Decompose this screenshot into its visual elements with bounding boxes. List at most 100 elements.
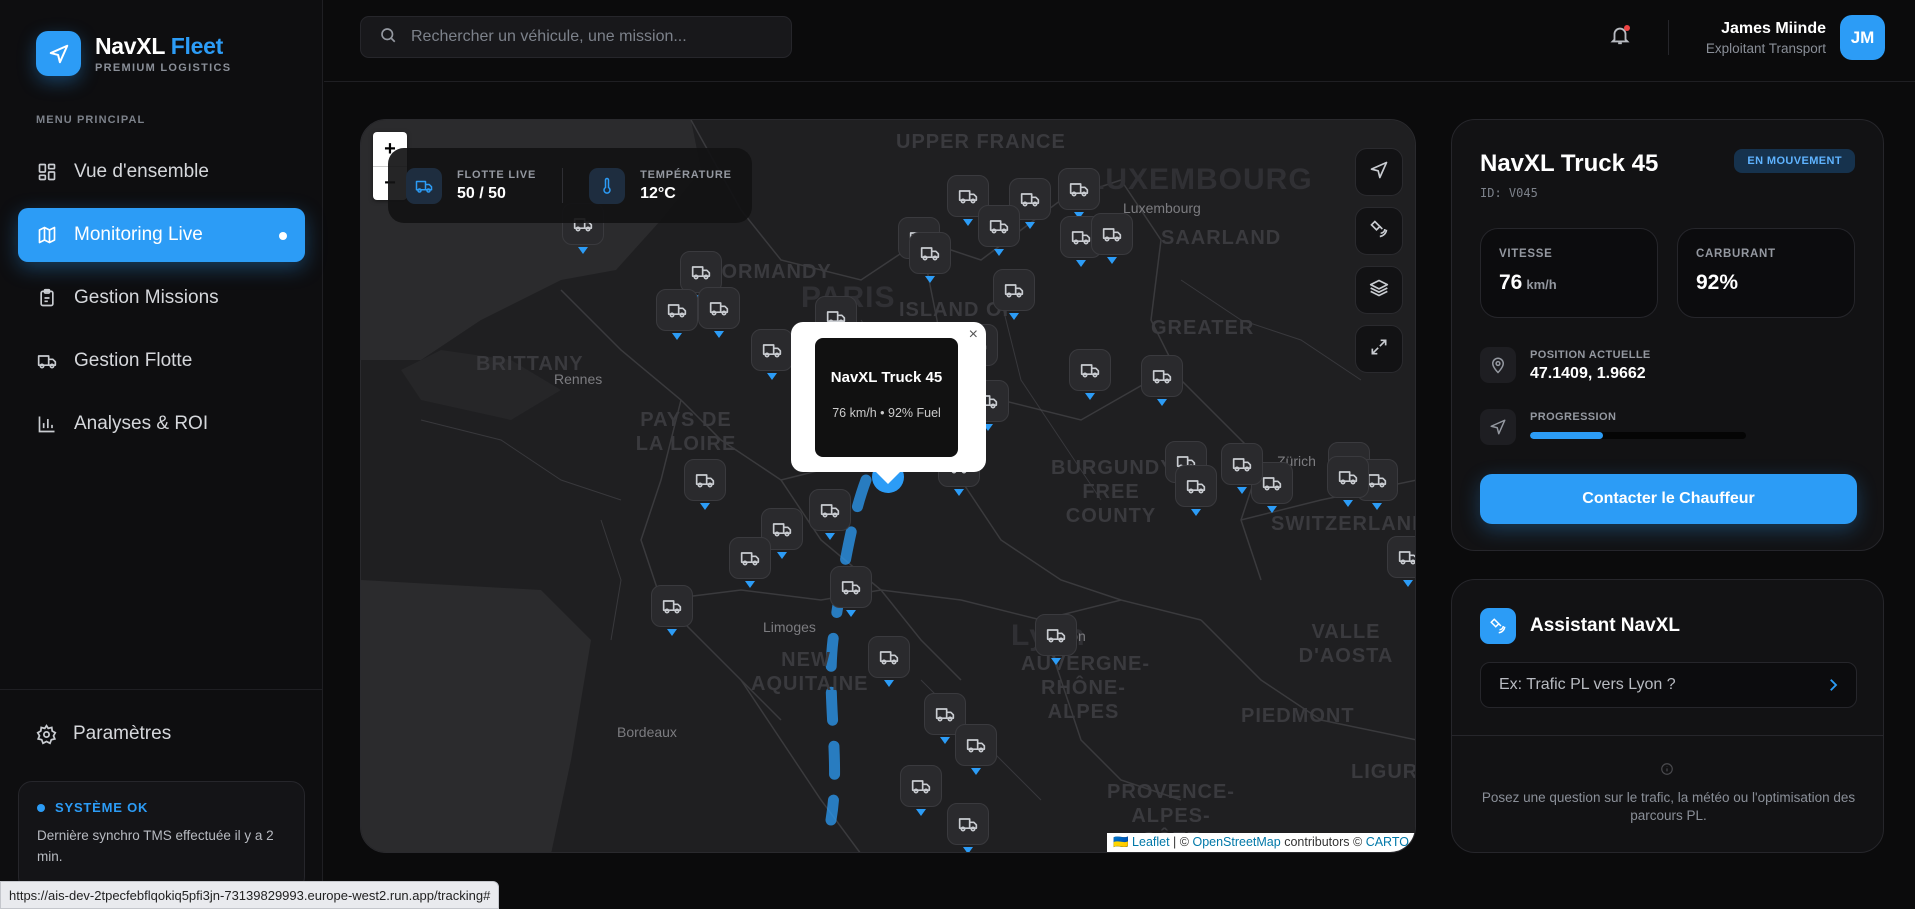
chevron-right-icon[interactable] [1824,676,1842,699]
truck-icon [1221,443,1263,485]
sidebar-item-overview[interactable]: Vue d'ensemble [18,145,305,199]
fuel-metric: CARBURANT 92% [1677,228,1855,318]
marker-pointer [767,373,777,380]
assistant-card: Assistant NavXL Posez une question sur l… [1451,579,1884,853]
truck-marker[interactable] [809,489,851,540]
system-status-card: SYSTÈME OK Dernière synchro TMS effectué… [18,781,305,891]
region-label: VALLE D'AOSTA [1298,621,1394,667]
brand[interactable]: NavXL Fleet PREMIUM LOGISTICS [36,31,231,76]
truck-icon [978,205,1020,247]
truck-marker[interactable] [909,232,951,283]
position-row: POSITION ACTUELLE 47.1409, 1.9662 [1480,347,1651,383]
marker-pointer [940,737,950,744]
truck-marker[interactable] [947,803,989,852]
assistant-help-text: Posez une question sur le trafic, la mét… [1481,790,1856,823]
truck-marker[interactable] [1141,355,1183,406]
sidebar-item-monitoring[interactable]: Monitoring Live [18,208,305,262]
popup-close-button[interactable]: × [969,326,978,344]
truck-marker[interactable] [1387,536,1415,587]
truck-marker[interactable] [656,289,698,340]
status-title: SYSTÈME OK [37,800,286,815]
satellite-button[interactable] [1355,207,1403,255]
truck-marker[interactable] [1327,456,1369,507]
region-label: GREATER [1151,317,1255,339]
map-stats-card: FLOTTE LIVE 50 / 50 TEMPÉRATURE 12°C [388,148,752,223]
truck-marker[interactable] [698,287,740,338]
region-label: PIEDMONT [1241,705,1355,727]
truck-marker[interactable] [978,205,1020,256]
marker-pointer [1191,509,1201,516]
truck-icon [406,167,442,204]
assistant-input[interactable] [1499,676,1819,694]
osm-link[interactable]: OpenStreetMap [1192,835,1280,849]
truck-marker[interactable] [830,566,872,617]
truck-marker[interactable] [729,537,771,588]
sidebar-item-settings[interactable]: Paramètres [36,723,171,745]
marker-pointer [1403,580,1413,587]
notification-badge [1624,25,1630,31]
popup-subtitle: 76 km/h • 92% Fuel [832,406,941,420]
brand-subtitle: PREMIUM LOGISTICS [95,62,232,74]
notifications-button[interactable] [1606,23,1634,51]
truck-marker[interactable] [651,585,693,636]
progress-fill [1530,432,1604,439]
sidebar-item-missions[interactable]: Gestion Missions [18,271,305,325]
truck-marker[interactable] [1058,168,1100,219]
main-nav: Vue d'ensemble Monitoring Live Gestion M… [18,145,305,460]
vehicle-details-card: NavXL Truck 45 ID: V045 EN MOUVEMENT VIT… [1451,119,1884,551]
truck-icon [909,232,951,274]
city-label: Limoges [763,619,816,635]
progress-row: PROGRESSION [1480,409,1746,445]
bar-chart-icon [36,413,58,435]
status-badge: EN MOUVEMENT [1734,149,1855,173]
truck-icon [656,289,698,331]
marker-pointer [1076,260,1086,267]
truck-marker[interactable] [1069,349,1111,400]
truck-marker[interactable] [751,329,793,380]
truck-icon [955,724,997,766]
layers-button[interactable] [1355,266,1403,314]
truck-marker[interactable] [955,724,997,775]
truck-marker[interactable] [993,269,1035,320]
attribution-text: contributors © [1284,835,1363,849]
leaflet-link[interactable]: Leaflet [1132,835,1170,849]
assistant-input-wrapper[interactable] [1480,662,1857,708]
avatar[interactable]: JM [1840,15,1885,60]
truck-marker[interactable] [900,765,942,816]
sidebar-item-label: Gestion Flotte [74,350,193,371]
sidebar-item-analytics[interactable]: Analyses & ROI [18,397,305,451]
truck-icon [698,287,740,329]
search-input[interactable] [411,28,771,46]
marker-pointer [578,247,588,254]
map-tools [1355,148,1403,384]
marker-pointer [963,219,973,226]
live-map[interactable]: UPPER FRANCE LUXEMBOURG SAARLAND NORMAND… [360,119,1416,853]
temperature-stat: TEMPÉRATURE 12°C [589,167,732,204]
search-bar[interactable] [360,16,792,58]
truck-marker[interactable] [1175,465,1217,516]
truck-icon [1327,456,1369,498]
metric-value: 92% [1696,271,1739,294]
marker-pointer [1372,503,1382,510]
truck-marker[interactable] [684,459,726,510]
truck-marker[interactable] [1091,213,1133,264]
assistant-header: Assistant NavXL [1480,608,1680,644]
fullscreen-button[interactable] [1355,325,1403,373]
metric-value: 76 km/h [1499,271,1557,294]
marker-pointer [1343,500,1353,507]
marker-pointer [1107,257,1117,264]
carto-link[interactable]: CARTO [1366,835,1409,849]
truck-marker[interactable] [1035,614,1077,665]
sidebar-divider [0,689,323,690]
sidebar: NavXL Fleet PREMIUM LOGISTICS MENU PRINC… [0,0,323,909]
region-label: NEW AQUITAINE [751,649,869,695]
sidebar-item-fleet[interactable]: Gestion Flotte [18,334,305,388]
user-menu[interactable]: James Miinde Exploitant Transport JM [1706,15,1885,60]
popup-content: NavXL Truck 45 76 km/h • 92% Fuel [815,338,958,457]
contact-driver-button[interactable]: Contacter le Chauffeur [1480,474,1857,524]
marker-pointer [1009,313,1019,320]
truck-marker[interactable] [1221,443,1263,494]
truck-marker[interactable] [868,636,910,687]
locate-button[interactable] [1355,148,1403,196]
region-label: PAYS DE LA LOIRE [635,409,737,455]
